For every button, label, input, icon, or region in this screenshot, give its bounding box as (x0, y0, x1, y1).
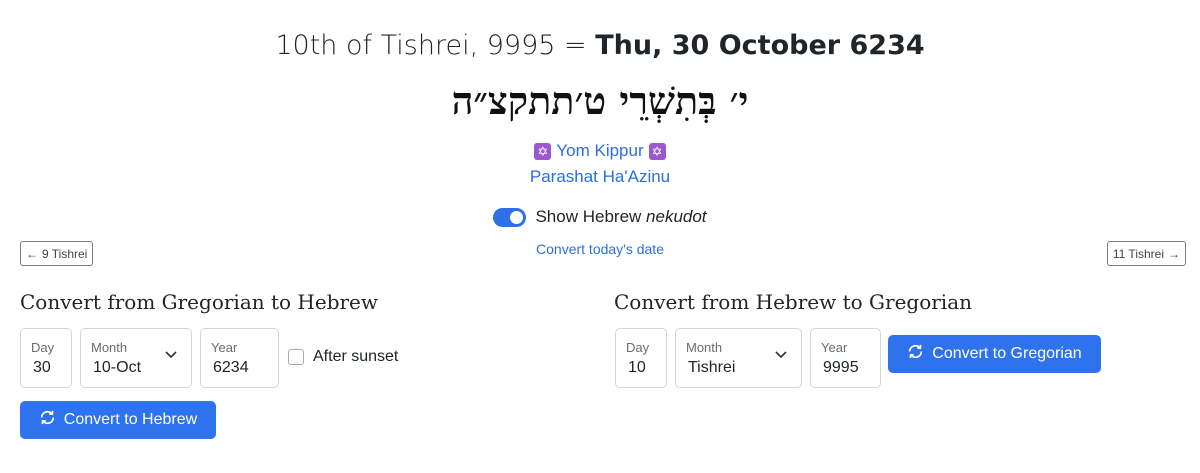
arrow-right-icon: → (1168, 246, 1180, 261)
after-sunset-checkbox[interactable] (288, 349, 304, 365)
heb-month-select[interactable]: Month Tishrei (675, 328, 802, 388)
hebrew-date-text: 10th of Tishrei, 9995 = (275, 30, 596, 61)
greg-day-input[interactable]: Day 30 (20, 328, 72, 388)
parasha-link[interactable]: Parashat Ha'Azinu (0, 167, 1200, 187)
convert-to-gregorian-button[interactable]: Convert to Gregorian (888, 335, 1101, 373)
toggle-label-prefix: Show Hebrew (535, 207, 647, 226)
previous-day-label: 9 Tishrei (42, 246, 88, 261)
heb-day-value: 10 (628, 359, 646, 376)
next-day-label: 11 Tishrei (1112, 246, 1164, 261)
heb-to-greg-title: Convert from Hebrew to Gregorian (614, 290, 973, 314)
greg-year-label: Year (211, 340, 238, 355)
heb-day-label: Day (626, 340, 650, 355)
refresh-icon (907, 343, 924, 365)
chevron-down-icon (165, 351, 177, 359)
toggle-label-emphasis: nekudot (646, 207, 707, 226)
convert-to-gregorian-label: Convert to Gregorian (932, 345, 1082, 362)
arrow-left-icon: ← (26, 246, 38, 261)
heb-year-label: Year (821, 340, 848, 355)
heb-year-input[interactable]: Year 9995 (810, 328, 881, 388)
heb-month-label: Month (686, 340, 723, 355)
nekudot-toggle-label[interactable]: Show Hebrew nekudot (535, 207, 706, 227)
after-sunset-option[interactable]: After sunset (288, 348, 398, 366)
holiday-name: Yom Kippur (556, 141, 644, 160)
star-of-david-icon: ✡ (534, 142, 552, 160)
next-day-button[interactable]: 11 Tishrei → (1106, 241, 1186, 266)
convert-to-hebrew-label: Convert to Hebrew (63, 411, 198, 428)
nekudot-toggle-switch[interactable] (493, 207, 527, 227)
previous-day-button[interactable]: ← 9 Tishrei (20, 241, 94, 266)
refresh-icon (39, 409, 56, 431)
chevron-down-icon (775, 351, 787, 359)
greg-month-value: 10-Oct (93, 359, 142, 376)
hebrew-date-rendering: י׳ בְּתִשְׁרֵי ט׳תתקצ״ה (451, 78, 749, 123)
greg-day-value: 30 (33, 359, 51, 376)
after-sunset-label: After sunset (313, 348, 399, 365)
greg-to-heb-title: Convert from Gregorian to Hebrew (20, 290, 379, 314)
star-of-david-icon: ✡ (648, 142, 666, 160)
convert-to-hebrew-button[interactable]: Convert to Hebrew (20, 401, 216, 439)
heb-month-value: Tishrei (688, 359, 736, 376)
greg-month-select[interactable]: Month 10-Oct (80, 328, 192, 388)
heb-day-input[interactable]: Day 10 (615, 328, 667, 388)
heb-year-value: 9995 (823, 359, 859, 376)
convert-today-link[interactable]: Convert today's date (0, 241, 1200, 257)
greg-month-label: Month (91, 340, 128, 355)
gregorian-date-text: Thu, 30 October 6234 (595, 30, 925, 61)
holiday-link[interactable]: ✡ Yom Kippur ✡ (0, 141, 1200, 161)
converted-date-headline: 10th of Tishrei, 9995 = Thu, 30 October … (0, 30, 1200, 61)
greg-day-label: Day (31, 340, 55, 355)
greg-year-input[interactable]: Year 6234 (200, 328, 279, 388)
greg-year-value: 6234 (213, 359, 249, 376)
nekudot-toggle-row: Show Hebrew nekudot (0, 207, 1200, 227)
